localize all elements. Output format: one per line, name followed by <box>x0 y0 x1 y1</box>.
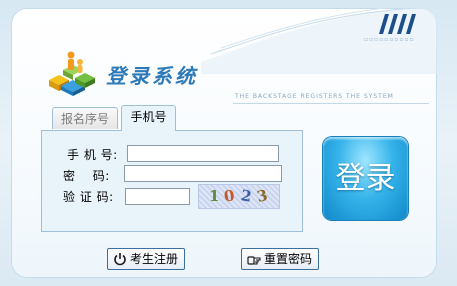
reset-password-button[interactable]: 重置密码 <box>241 248 319 270</box>
page-subtitle: THE BACKSTAGE REGISTERS THE SYSTEM <box>235 93 394 100</box>
captcha-char: 3 <box>255 186 270 206</box>
captcha-label: 验 证 码: <box>63 190 114 204</box>
tab-registration-number[interactable]: 报名序号 <box>52 107 118 129</box>
login-button[interactable]: 登录 <box>323 137 408 220</box>
decorative-stripes <box>379 14 416 34</box>
register-button-label: 考生注册 <box>130 252 179 266</box>
power-icon <box>114 253 126 266</box>
logo-icon <box>49 51 95 96</box>
register-button[interactable]: 考生注册 <box>107 248 185 270</box>
decorative-dots: ▫▫▫▫▫▫▫▫▫▫ <box>364 36 415 43</box>
login-panel: ▫▫▫▫▫▫▫▫▫▫ 登录系统 THE BACKSTAGE REGISTERS … <box>11 8 437 278</box>
reset-password-button-label: 重置密码 <box>264 252 313 266</box>
password-input[interactable] <box>124 165 282 182</box>
phone-input[interactable] <box>127 145 279 162</box>
tab-phone-number[interactable]: 手机号 <box>121 105 176 131</box>
captcha-char: 1 <box>209 187 220 205</box>
page-title: 登录系统 <box>106 64 198 88</box>
phone-label: 手 机 号: <box>67 148 118 162</box>
password-label: 密 码: <box>63 169 110 183</box>
window-background: ▫▫▫▫▫▫▫▫▫▫ 登录系统 THE BACKSTAGE REGISTERS … <box>0 0 457 286</box>
hand-pointer-icon <box>247 256 261 265</box>
subtitle-divider <box>233 103 429 104</box>
captcha-input[interactable] <box>125 188 190 205</box>
captcha-char: 2 <box>239 186 253 206</box>
captcha-image[interactable]: 1 0 2 3 <box>198 184 280 209</box>
captcha-char: 0 <box>222 186 236 206</box>
